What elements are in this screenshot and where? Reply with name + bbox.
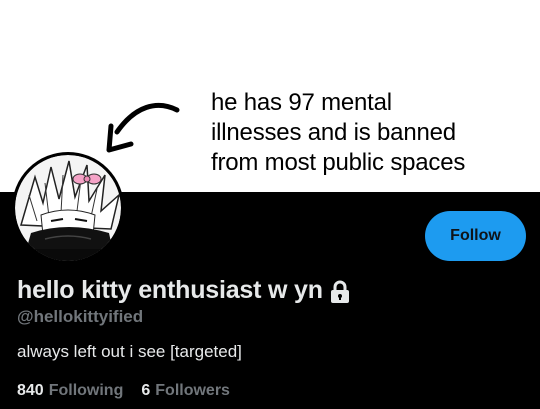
profile-page: he has 97 mental illnesses and is banned…	[0, 0, 540, 409]
avatar[interactable]	[12, 152, 124, 264]
following-label: Following	[48, 382, 124, 399]
followers-link[interactable]: 6 Followers	[141, 382, 230, 400]
banner-line: illnesses and is banned	[211, 119, 456, 146]
follow-button[interactable]: Follow	[425, 211, 526, 261]
followers-count: 6	[141, 382, 151, 399]
banner-line: from most public spaces	[211, 149, 466, 176]
profile-bio: always left out i see [targeted]	[17, 342, 242, 361]
following-link[interactable]: 840 Following	[17, 382, 123, 400]
banner-line: he has 97 mental	[211, 89, 392, 116]
display-name: hello kitty enthusiast w yn	[17, 276, 323, 304]
followers-label: Followers	[155, 382, 230, 399]
following-count: 840	[17, 382, 44, 399]
arrow-icon	[106, 102, 180, 153]
avatar-image	[15, 155, 121, 261]
profile-stats: 840 Following 6 Followers	[17, 382, 230, 400]
display-name-row: hello kitty enthusiast w yn	[17, 276, 351, 305]
profile-handle: @hellokittyified	[17, 307, 144, 326]
lock-icon	[330, 280, 349, 303]
banner-caption: he has 97 mental illnesses and is banned…	[211, 88, 531, 178]
